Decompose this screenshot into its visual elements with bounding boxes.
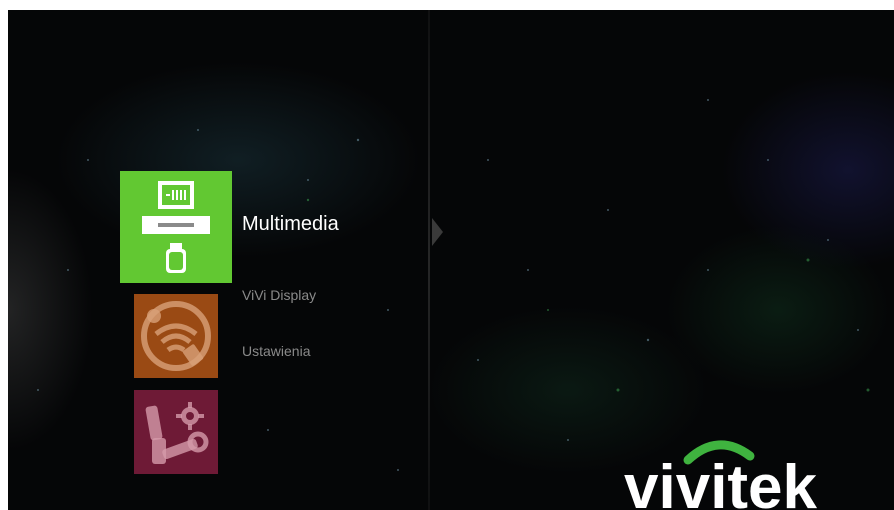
logo-text: vivitek: [624, 453, 818, 510]
menu-tile-vivi-display[interactable]: [134, 294, 218, 378]
menu-tile-multimedia[interactable]: [120, 171, 232, 283]
menu-label-multimedia[interactable]: Multimedia: [242, 213, 339, 236]
vivitek-logo: vivitek: [624, 440, 818, 510]
wireless-display-icon: [141, 301, 211, 371]
menu-label-vivi-display[interactable]: ViVi Display: [242, 287, 316, 303]
settings-tools-icon: [145, 402, 209, 464]
chevron-right-icon: [432, 218, 443, 246]
menu-label-settings[interactable]: Ustawienia: [242, 343, 310, 359]
panel-divider: [428, 10, 430, 510]
media-device-icon: [142, 181, 210, 273]
menu-tile-settings[interactable]: [134, 390, 218, 474]
